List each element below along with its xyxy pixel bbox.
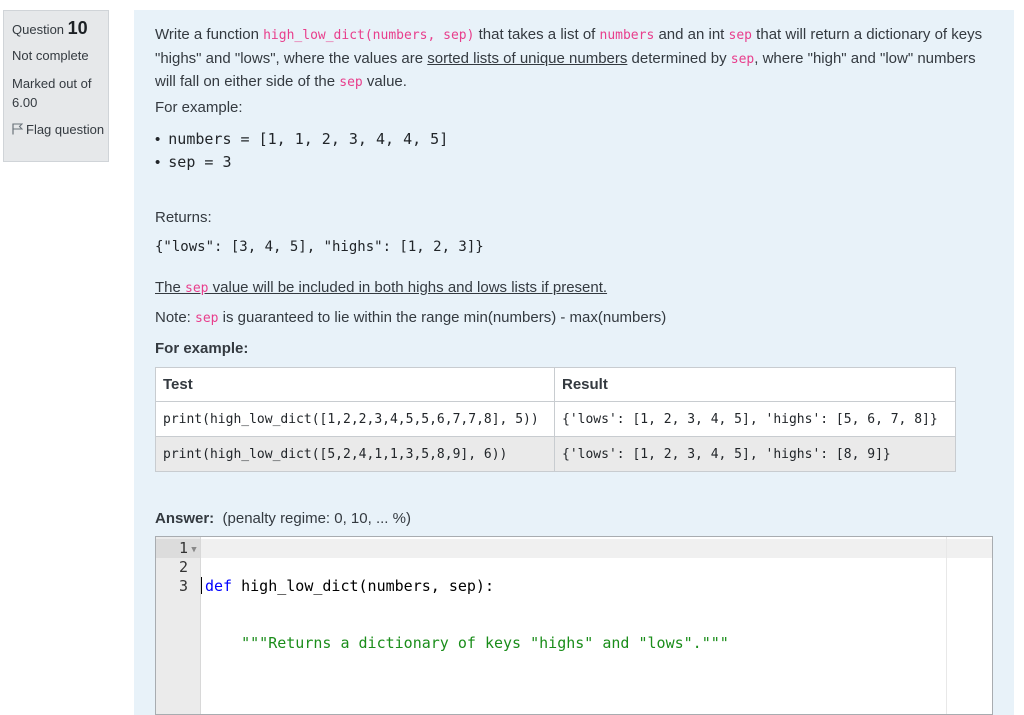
line-number: 1 ▼ [156, 539, 200, 558]
result-cell: {'lows': [1, 2, 3, 4, 5], 'highs': [8, 9… [554, 436, 956, 472]
question-info: Question 10 Not complete Marked out of 6… [3, 10, 109, 162]
question-content: Write a function high_low_dict(numbers, … [134, 10, 1014, 715]
flag-question-button[interactable]: Flag question [12, 121, 108, 139]
sep-note: The sep value will be included in both h… [155, 279, 608, 296]
column-header-test: Test [155, 367, 555, 402]
question-marks: Marked out of 6.00 [12, 76, 92, 110]
editor-gutter: 1 ▼ 2 3 [156, 537, 201, 714]
list-item: numbers = [1, 1, 2, 3, 4, 4, 5] [155, 128, 448, 151]
question-state: Not complete [12, 48, 89, 63]
code-line: """Returns a dictionary of keys "highs" … [241, 634, 729, 652]
sorted-lists-link[interactable]: sorted lists of unique numbers [427, 50, 627, 67]
result-cell: {'lows': [1, 2, 3, 4, 5], 'highs': [5, 6… [554, 401, 956, 437]
returns-label: Returns: [155, 209, 212, 226]
code-line: def high_low_dict(numbers, sep): [205, 577, 494, 595]
text-cursor [201, 577, 202, 594]
test-cell: print(high_low_dict([5,2,4,1,1,3,5,8,9],… [155, 436, 555, 472]
table-header-row: Test Result [155, 367, 956, 402]
range-note: Note: sep is guaranteed to lie within th… [155, 309, 667, 326]
question-number: Question 10 [12, 18, 88, 38]
function-signature: high_low_dict(numbers, sep) [263, 28, 475, 43]
question-text: Write a function high_low_dict(numbers, … [155, 24, 995, 95]
answer-label: Answer: (penalty regime: 0, 10, ... %) [155, 510, 411, 527]
code-editor[interactable]: 1 ▼ 2 3 def high_low_dict(numbers, sep): … [155, 536, 993, 715]
penalty-regime: (penalty regime: 0, 10, ... %) [222, 510, 411, 527]
column-header-result: Result [554, 367, 956, 402]
print-margin [946, 537, 947, 714]
table-row: print(high_low_dict([5,2,4,1,1,3,5,8,9],… [155, 436, 956, 472]
example-list: numbers = [1, 1, 2, 3, 4, 4, 5] sep = 3 [155, 128, 448, 174]
line-number: 3 [178, 577, 188, 595]
examples-table: Test Result print(high_low_dict([1,2,2,3… [155, 367, 956, 472]
line-number: 2 [178, 558, 188, 576]
returns-value: {"lows": [3, 4, 5], "highs": [1, 2, 3]} [155, 239, 484, 255]
question-description: Write a function high_low_dict(numbers, … [155, 26, 983, 90]
table-row: print(high_low_dict([1,2,2,3,4,5,5,6,7,7… [155, 401, 956, 437]
list-item: sep = 3 [155, 151, 448, 174]
test-cell: print(high_low_dict([1,2,2,3,4,5,5,6,7,7… [155, 401, 555, 437]
for-example-heading: For example: [155, 340, 249, 357]
for-example-label: For example: [155, 99, 243, 116]
flag-icon [12, 123, 24, 135]
flag-question-label: Flag question [26, 122, 105, 137]
editor-code[interactable]: def high_low_dict(numbers, sep): """Retu… [205, 539, 729, 714]
